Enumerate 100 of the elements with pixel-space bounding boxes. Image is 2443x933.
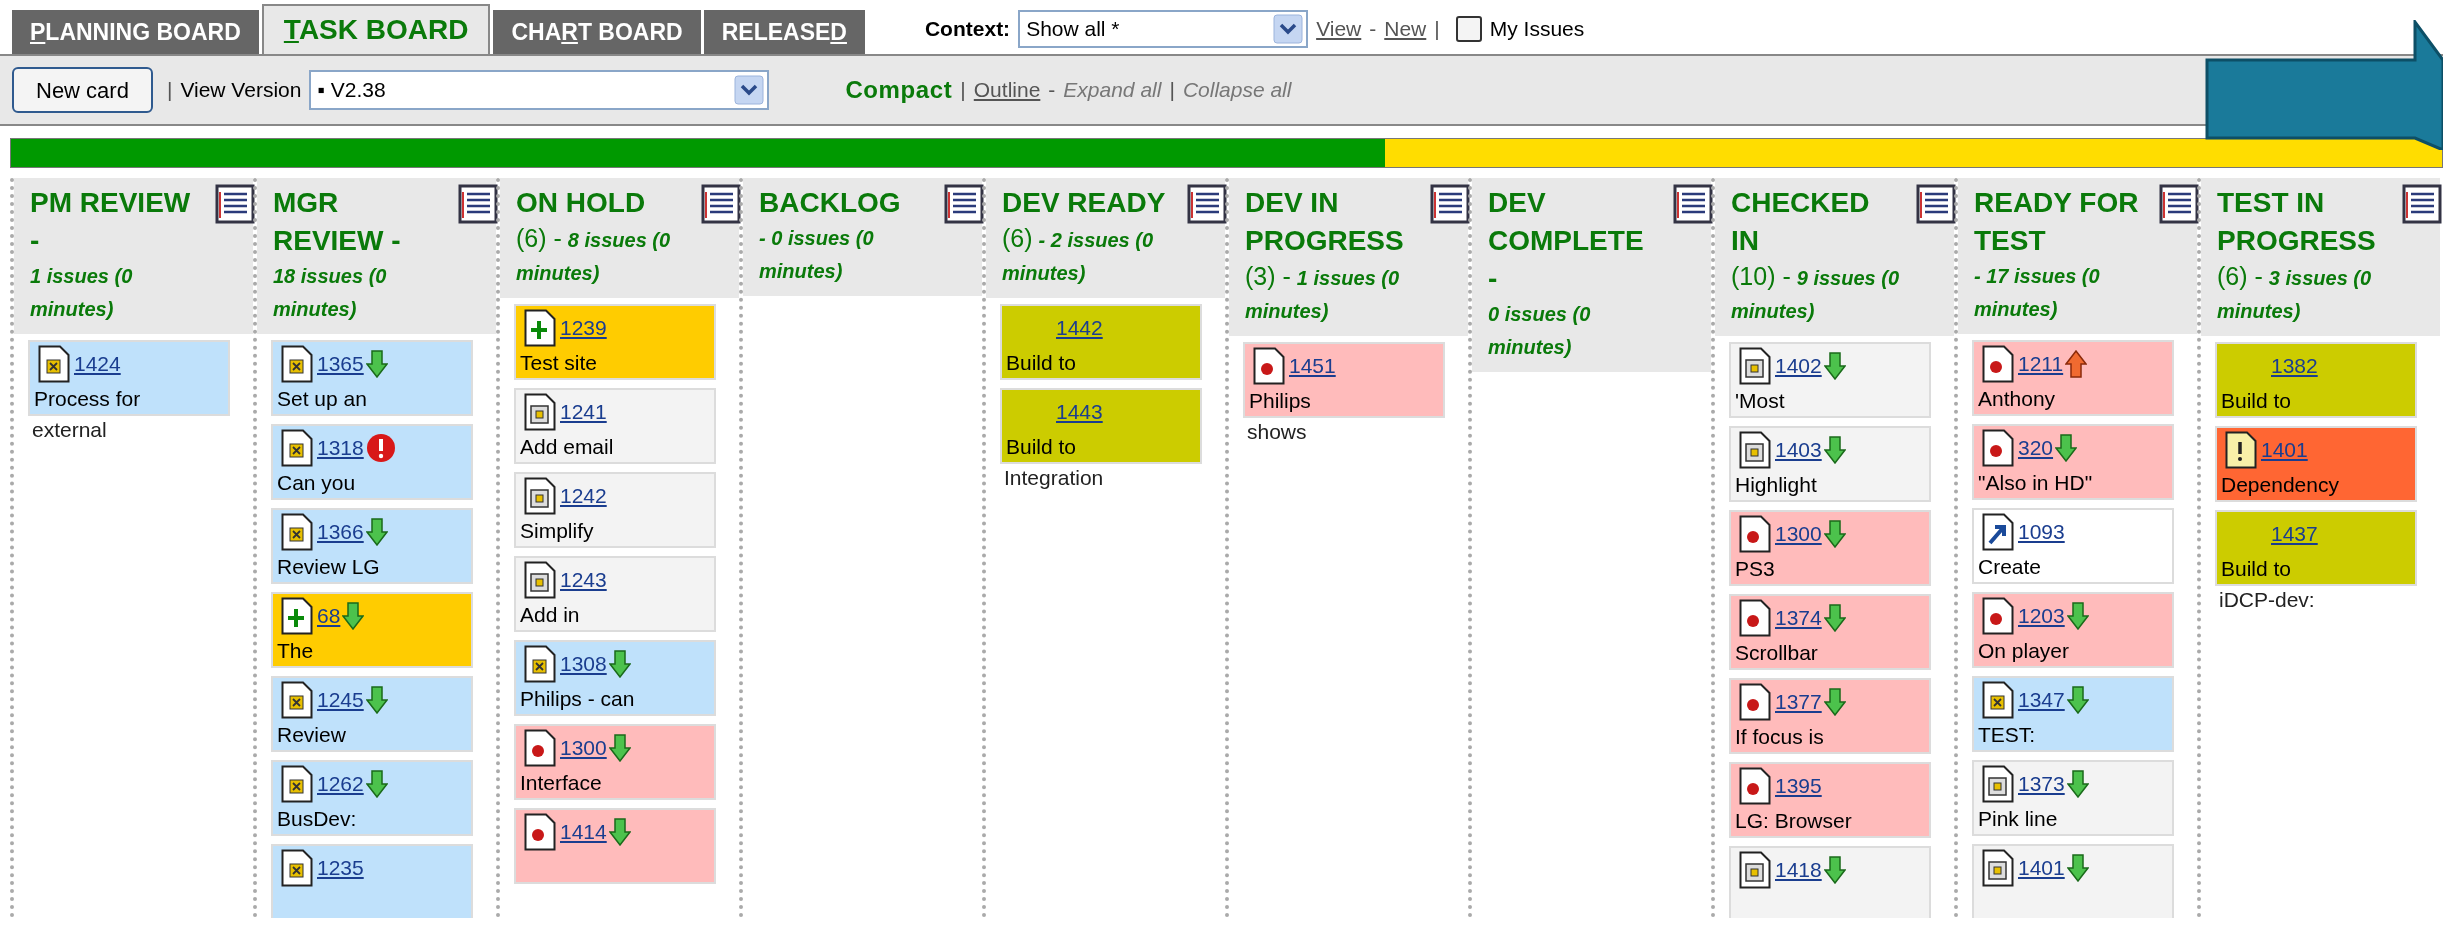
- task-card[interactable]: 1300 PS3: [1729, 510, 1931, 586]
- task-card[interactable]: 1377 If focus is: [1729, 678, 1931, 754]
- list-icon[interactable]: [2402, 184, 2442, 224]
- issue-link[interactable]: 1395: [1775, 770, 1822, 802]
- issue-link[interactable]: 1203: [2018, 600, 2065, 632]
- issue-link[interactable]: 1366: [317, 516, 364, 548]
- task-card[interactable]: 1366 Review LG: [271, 508, 473, 584]
- issue-link[interactable]: 1403: [1775, 434, 1822, 466]
- task-card[interactable]: 1300 Interface: [514, 724, 716, 800]
- task-card[interactable]: 1418: [1729, 846, 1931, 918]
- issue-link[interactable]: 1424: [74, 348, 121, 380]
- task-card[interactable]: 1365 Set up an: [271, 340, 473, 416]
- task-card[interactable]: 1442 Build to: [1000, 304, 1202, 380]
- issue-link[interactable]: 1262: [317, 768, 364, 800]
- task-card[interactable]: 1245 Review: [271, 676, 473, 752]
- task-card[interactable]: 1242 Simplify: [514, 472, 716, 548]
- issue-link[interactable]: 1245: [317, 684, 364, 716]
- task-card[interactable]: 1308 Philips - can: [514, 640, 716, 716]
- task-card[interactable]: 1374 Scrollbar: [1729, 594, 1931, 670]
- task-card[interactable]: 1239 Test site: [514, 304, 716, 380]
- task-card[interactable]: 1241 Add email: [514, 388, 716, 464]
- list-icon[interactable]: [701, 184, 741, 224]
- issue-link[interactable]: 1093: [2018, 516, 2065, 548]
- tab[interactable]: TASK BOARD: [261, 4, 491, 54]
- issue-link[interactable]: 1242: [560, 480, 607, 512]
- tab[interactable]: RELEASED: [703, 10, 865, 54]
- issue-link[interactable]: 320: [2018, 432, 2054, 464]
- issue-link[interactable]: 1318: [317, 432, 364, 464]
- list-icon[interactable]: [215, 184, 255, 224]
- issue-link[interactable]: 1300: [560, 732, 607, 764]
- view-option[interactable]: Compact: [845, 72, 953, 108]
- tab[interactable]: CHART BOARD: [493, 10, 701, 54]
- task-card[interactable]: 1451 Philips: [1243, 342, 1445, 418]
- task-card[interactable]: 1437 Build to: [2215, 510, 2417, 586]
- issue-link[interactable]: 1442: [1056, 312, 1103, 344]
- issue-link[interactable]: 1300: [1775, 518, 1822, 550]
- issue-link[interactable]: 1451: [1289, 350, 1336, 382]
- task-card[interactable]: 1403 Highlight: [1729, 426, 1931, 502]
- context-label: Context:: [924, 16, 1011, 43]
- task-card[interactable]: 1373 Pink line: [1972, 760, 2174, 836]
- version-dropdown[interactable]: ▪ V2.38: [309, 70, 770, 110]
- issue-link[interactable]: 1382: [2271, 350, 2318, 382]
- list-icon[interactable]: [1916, 184, 1956, 224]
- task-card[interactable]: 68 The: [271, 592, 473, 668]
- task-card[interactable]: 1347 TEST:: [1972, 676, 2174, 752]
- task-card[interactable]: 1443 Build to: [1000, 388, 1202, 464]
- issue-link[interactable]: 1211: [2018, 348, 2064, 380]
- task-card[interactable]: 1093 Create: [1972, 508, 2174, 584]
- issue-link[interactable]: 1373: [2018, 768, 2065, 800]
- collapse-all-link[interactable]: Collapse all: [1182, 74, 1292, 106]
- task-card[interactable]: 1395 LG: Browser: [1729, 762, 1931, 838]
- tab[interactable]: PLANNING BOARD: [12, 10, 259, 54]
- issue-link[interactable]: 1443: [1056, 396, 1103, 428]
- task-card[interactable]: 1414: [514, 808, 716, 884]
- task-card[interactable]: 1424 Process for: [28, 340, 230, 416]
- expand-all-link[interactable]: Expand all: [1063, 74, 1162, 106]
- issue-link[interactable]: 1308: [560, 648, 607, 680]
- card-title: Add email: [520, 434, 615, 460]
- task-card[interactable]: 1243 Add in: [514, 556, 716, 632]
- list-icon[interactable]: [944, 184, 984, 224]
- issue-link[interactable]: 68: [317, 600, 341, 632]
- task-card[interactable]: 1382 Build to: [2215, 342, 2417, 418]
- new-link[interactable]: New: [1384, 13, 1427, 45]
- view-option[interactable]: Outline: [973, 74, 1041, 106]
- card-title: external: [31, 417, 108, 443]
- new-card-button[interactable]: New card: [12, 67, 153, 113]
- task-card[interactable]: 1211 Anthony: [1972, 340, 2174, 416]
- context-dropdown[interactable]: Show all *: [1018, 10, 1309, 48]
- issue-link[interactable]: 1235: [317, 852, 364, 884]
- issue-link[interactable]: 1241: [560, 396, 607, 428]
- card-title: Build to: [1006, 350, 1078, 376]
- task-card[interactable]: 1402 'Most: [1729, 342, 1931, 418]
- list-icon[interactable]: [458, 184, 498, 224]
- issue-link[interactable]: 1377: [1775, 686, 1822, 718]
- document-x-icon: [281, 765, 313, 803]
- issue-link[interactable]: 1437: [2271, 518, 2318, 550]
- list-icon[interactable]: [1673, 184, 1713, 224]
- list-icon[interactable]: [1430, 184, 1470, 224]
- task-card[interactable]: 1235: [271, 844, 473, 918]
- my-issues-checkbox[interactable]: [1455, 16, 1482, 42]
- issue-link[interactable]: 1401: [2018, 852, 2065, 884]
- task-card[interactable]: 1262 BusDev:: [271, 760, 473, 836]
- task-card[interactable]: 320 "Also in HD": [1972, 424, 2174, 500]
- warning-icon: [2225, 431, 2257, 469]
- task-card[interactable]: 1318 Can you: [271, 424, 473, 500]
- task-card[interactable]: 1203 On player: [1972, 592, 2174, 668]
- list-icon[interactable]: [1187, 184, 1227, 224]
- issue-link[interactable]: 1239: [560, 312, 607, 344]
- issue-link[interactable]: 1243: [560, 564, 607, 596]
- task-card[interactable]: 1401 Dependency: [2215, 426, 2417, 502]
- issue-link[interactable]: 1414: [560, 816, 607, 848]
- issue-link[interactable]: 1402: [1775, 350, 1822, 382]
- list-icon[interactable]: [2159, 184, 2199, 224]
- view-link[interactable]: View: [1316, 13, 1362, 45]
- issue-link[interactable]: 1365: [317, 348, 364, 380]
- issue-link[interactable]: 1374: [1775, 602, 1822, 634]
- card-title: Review: [277, 722, 347, 748]
- issue-link[interactable]: 1418: [1775, 854, 1822, 886]
- issue-link[interactable]: 1347: [2018, 684, 2065, 716]
- task-card[interactable]: 1401: [1972, 844, 2174, 918]
